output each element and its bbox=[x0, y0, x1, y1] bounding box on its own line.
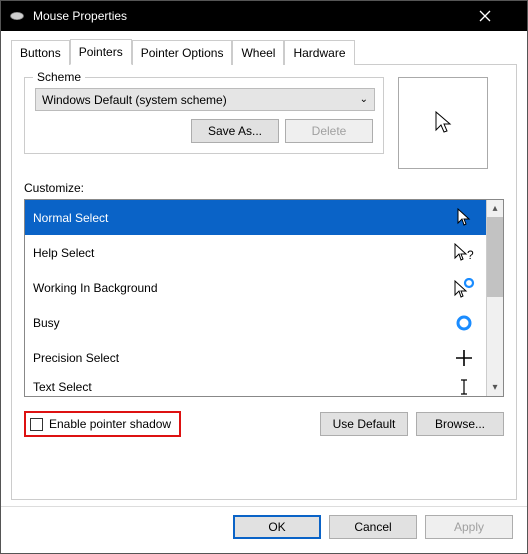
scroll-down-button[interactable]: ▾ bbox=[487, 379, 503, 396]
arrow-cursor-icon bbox=[456, 208, 472, 228]
working-cursor-icon bbox=[453, 278, 475, 298]
browse-button[interactable]: Browse... bbox=[416, 412, 504, 436]
mouse-properties-window: Mouse Properties Buttons Pointers Pointe… bbox=[0, 0, 528, 554]
delete-button: Delete bbox=[285, 119, 373, 143]
list-item-text-select[interactable]: Text Select bbox=[25, 375, 486, 396]
window-title: Mouse Properties bbox=[33, 9, 479, 23]
list-item-precision-select[interactable]: Precision Select bbox=[25, 340, 486, 375]
scheme-legend: Scheme bbox=[33, 70, 85, 84]
tab-pointer-options[interactable]: Pointer Options bbox=[132, 40, 233, 65]
svg-text:?: ? bbox=[467, 248, 474, 262]
enable-pointer-shadow-row[interactable]: Enable pointer shadow bbox=[24, 411, 181, 437]
item-label: Working In Background bbox=[33, 281, 158, 295]
item-label: Busy bbox=[33, 316, 60, 330]
chevron-down-icon: ⌄ bbox=[360, 94, 368, 105]
help-cursor-icon: ? bbox=[453, 243, 475, 263]
client-area: Buttons Pointers Pointer Options Wheel H… bbox=[1, 31, 527, 506]
crosshair-cursor-icon bbox=[455, 349, 473, 367]
tab-strip: Buttons Pointers Pointer Options Wheel H… bbox=[11, 39, 517, 65]
tab-pointers[interactable]: Pointers bbox=[70, 39, 132, 65]
use-default-button[interactable]: Use Default bbox=[320, 412, 408, 436]
list-item-working-background[interactable]: Working In Background bbox=[25, 270, 486, 305]
apply-button: Apply bbox=[425, 515, 513, 539]
scrollbar[interactable]: ▴ ▾ bbox=[486, 200, 503, 396]
enable-pointer-shadow-checkbox[interactable] bbox=[30, 418, 43, 431]
below-list-row: Enable pointer shadow Use Default Browse… bbox=[24, 411, 504, 437]
item-label: Help Select bbox=[33, 246, 94, 260]
tab-buttons[interactable]: Buttons bbox=[11, 40, 70, 65]
close-icon bbox=[479, 10, 491, 22]
cursor-listbox: Normal Select Help Select ? Working In B… bbox=[24, 199, 504, 397]
item-label: Normal Select bbox=[33, 211, 108, 225]
save-as-button[interactable]: Save As... bbox=[191, 119, 279, 143]
busy-cursor-icon bbox=[455, 314, 473, 332]
cursor-list-items: Normal Select Help Select ? Working In B… bbox=[25, 200, 486, 396]
list-item-normal-select[interactable]: Normal Select bbox=[25, 200, 486, 235]
pointers-panel: Scheme Windows Default (system scheme) ⌄… bbox=[11, 65, 517, 500]
customize-label: Customize: bbox=[24, 181, 504, 195]
dialog-footer: OK Cancel Apply bbox=[1, 506, 527, 553]
list-item-help-select[interactable]: Help Select ? bbox=[25, 235, 486, 270]
titlebar: Mouse Properties bbox=[1, 1, 527, 31]
arrow-cursor-icon bbox=[433, 110, 453, 136]
item-label: Precision Select bbox=[33, 351, 119, 365]
tab-hardware[interactable]: Hardware bbox=[284, 40, 354, 65]
scroll-thumb[interactable] bbox=[487, 217, 503, 297]
mouse-icon bbox=[9, 11, 25, 21]
scroll-up-button[interactable]: ▴ bbox=[487, 200, 503, 217]
cursor-preview bbox=[398, 77, 488, 169]
tab-wheel[interactable]: Wheel bbox=[232, 40, 284, 65]
ibeam-cursor-icon bbox=[458, 378, 470, 396]
cancel-button[interactable]: Cancel bbox=[329, 515, 417, 539]
scheme-group: Scheme Windows Default (system scheme) ⌄… bbox=[24, 77, 384, 154]
item-label: Text Select bbox=[33, 380, 92, 394]
scheme-row: Scheme Windows Default (system scheme) ⌄… bbox=[24, 77, 504, 169]
enable-pointer-shadow-label: Enable pointer shadow bbox=[49, 417, 171, 431]
scheme-selected: Windows Default (system scheme) bbox=[42, 93, 227, 107]
scheme-dropdown[interactable]: Windows Default (system scheme) ⌄ bbox=[35, 88, 375, 111]
list-item-busy[interactable]: Busy bbox=[25, 305, 486, 340]
ok-button[interactable]: OK bbox=[233, 515, 321, 539]
close-button[interactable] bbox=[479, 10, 519, 22]
